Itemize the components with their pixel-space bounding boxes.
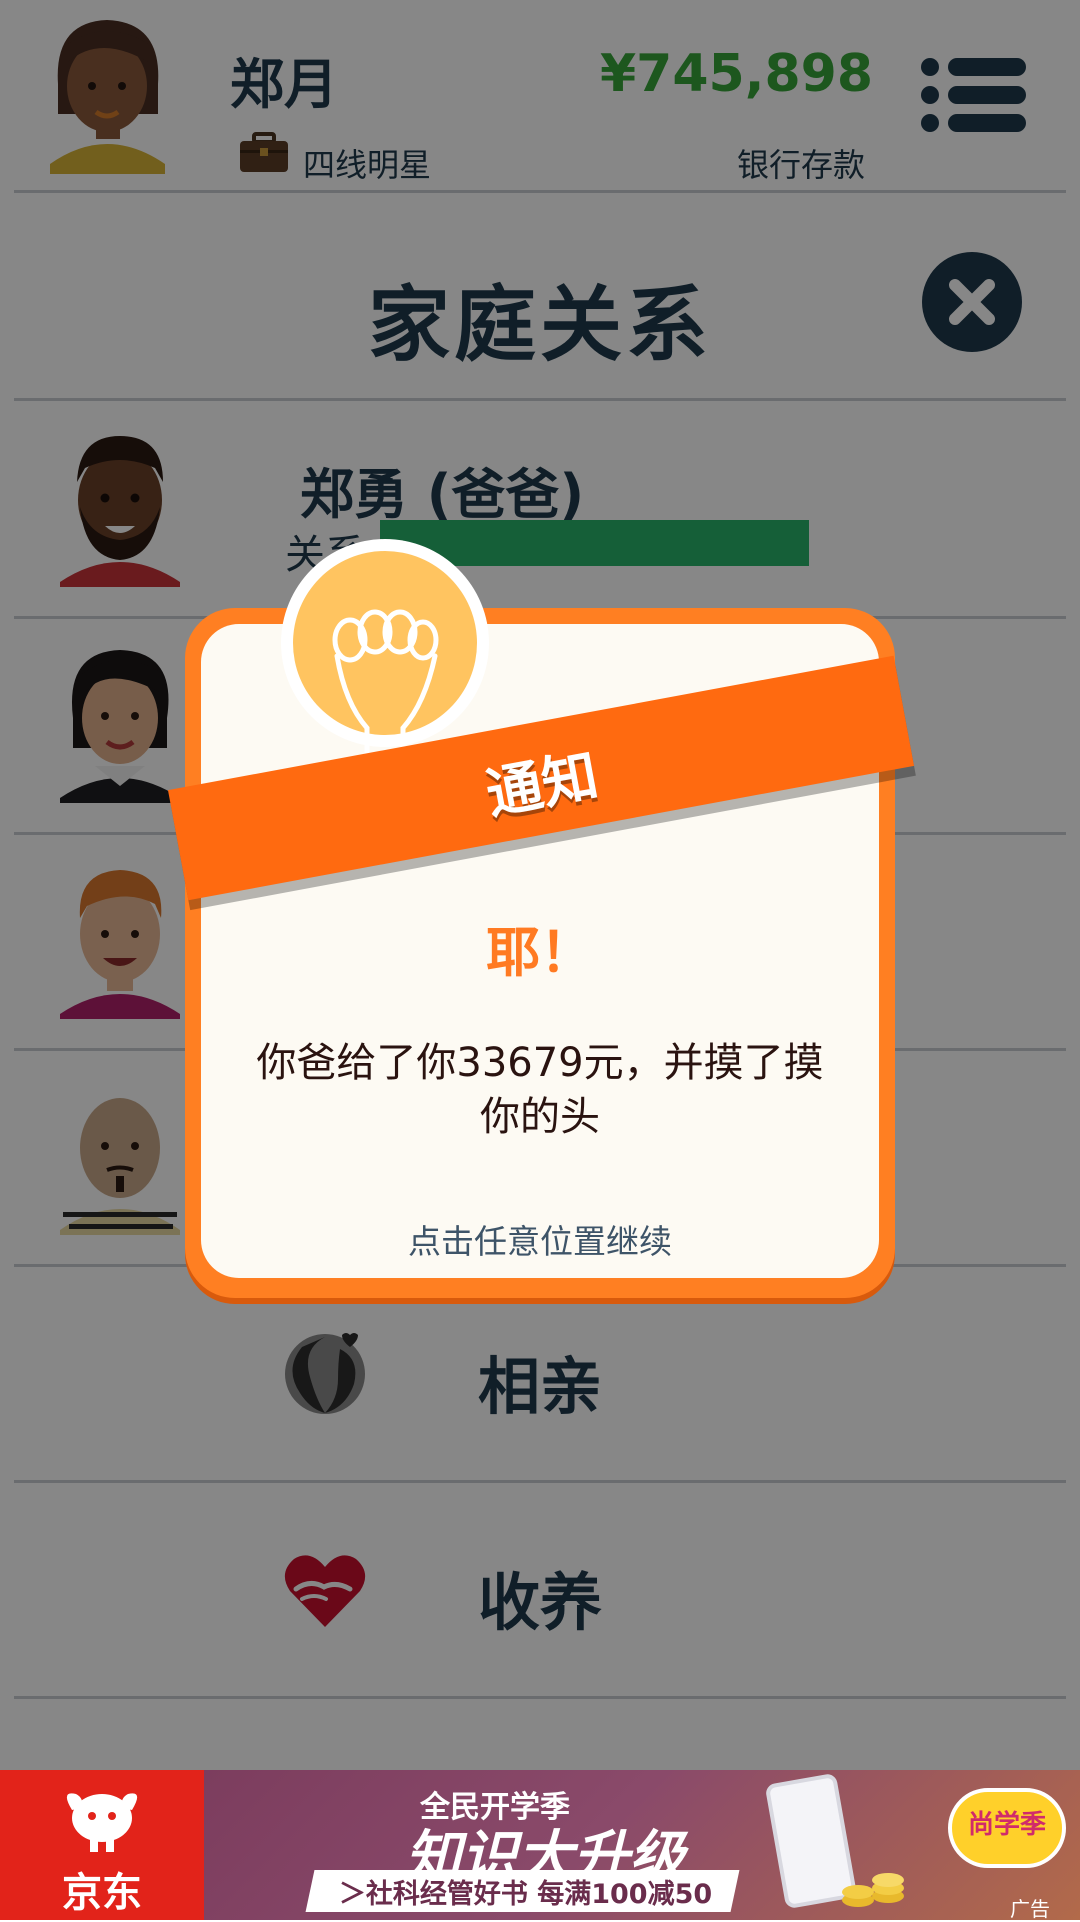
ad-label: 广告 <box>1010 1897 1050 1921</box>
ad-banner[interactable]: 京东 全民开学季 知识大升级 ＞社科经管好书 每满100减50 尚学季 <box>0 1770 1080 1920</box>
mascot-dog-icon <box>66 1793 138 1852</box>
ad-promo-text: ＞社科经管好书 每满100减50 <box>338 1879 713 1910</box>
continue-hint[interactable]: 点击任意位置继续 <box>185 1215 895 1263</box>
coins-illustration <box>842 1873 904 1907</box>
notification-heading: 耶！ <box>486 921 594 984</box>
notification-message: 你爸给了你33679元，并摸了摸你的头 <box>256 1040 824 1140</box>
ad-brand-name: 京东 <box>62 1870 142 1916</box>
ad-brand-block: 京东 <box>0 1770 204 1920</box>
ad-badge-text: 尚学季 <box>967 1810 1046 1840</box>
